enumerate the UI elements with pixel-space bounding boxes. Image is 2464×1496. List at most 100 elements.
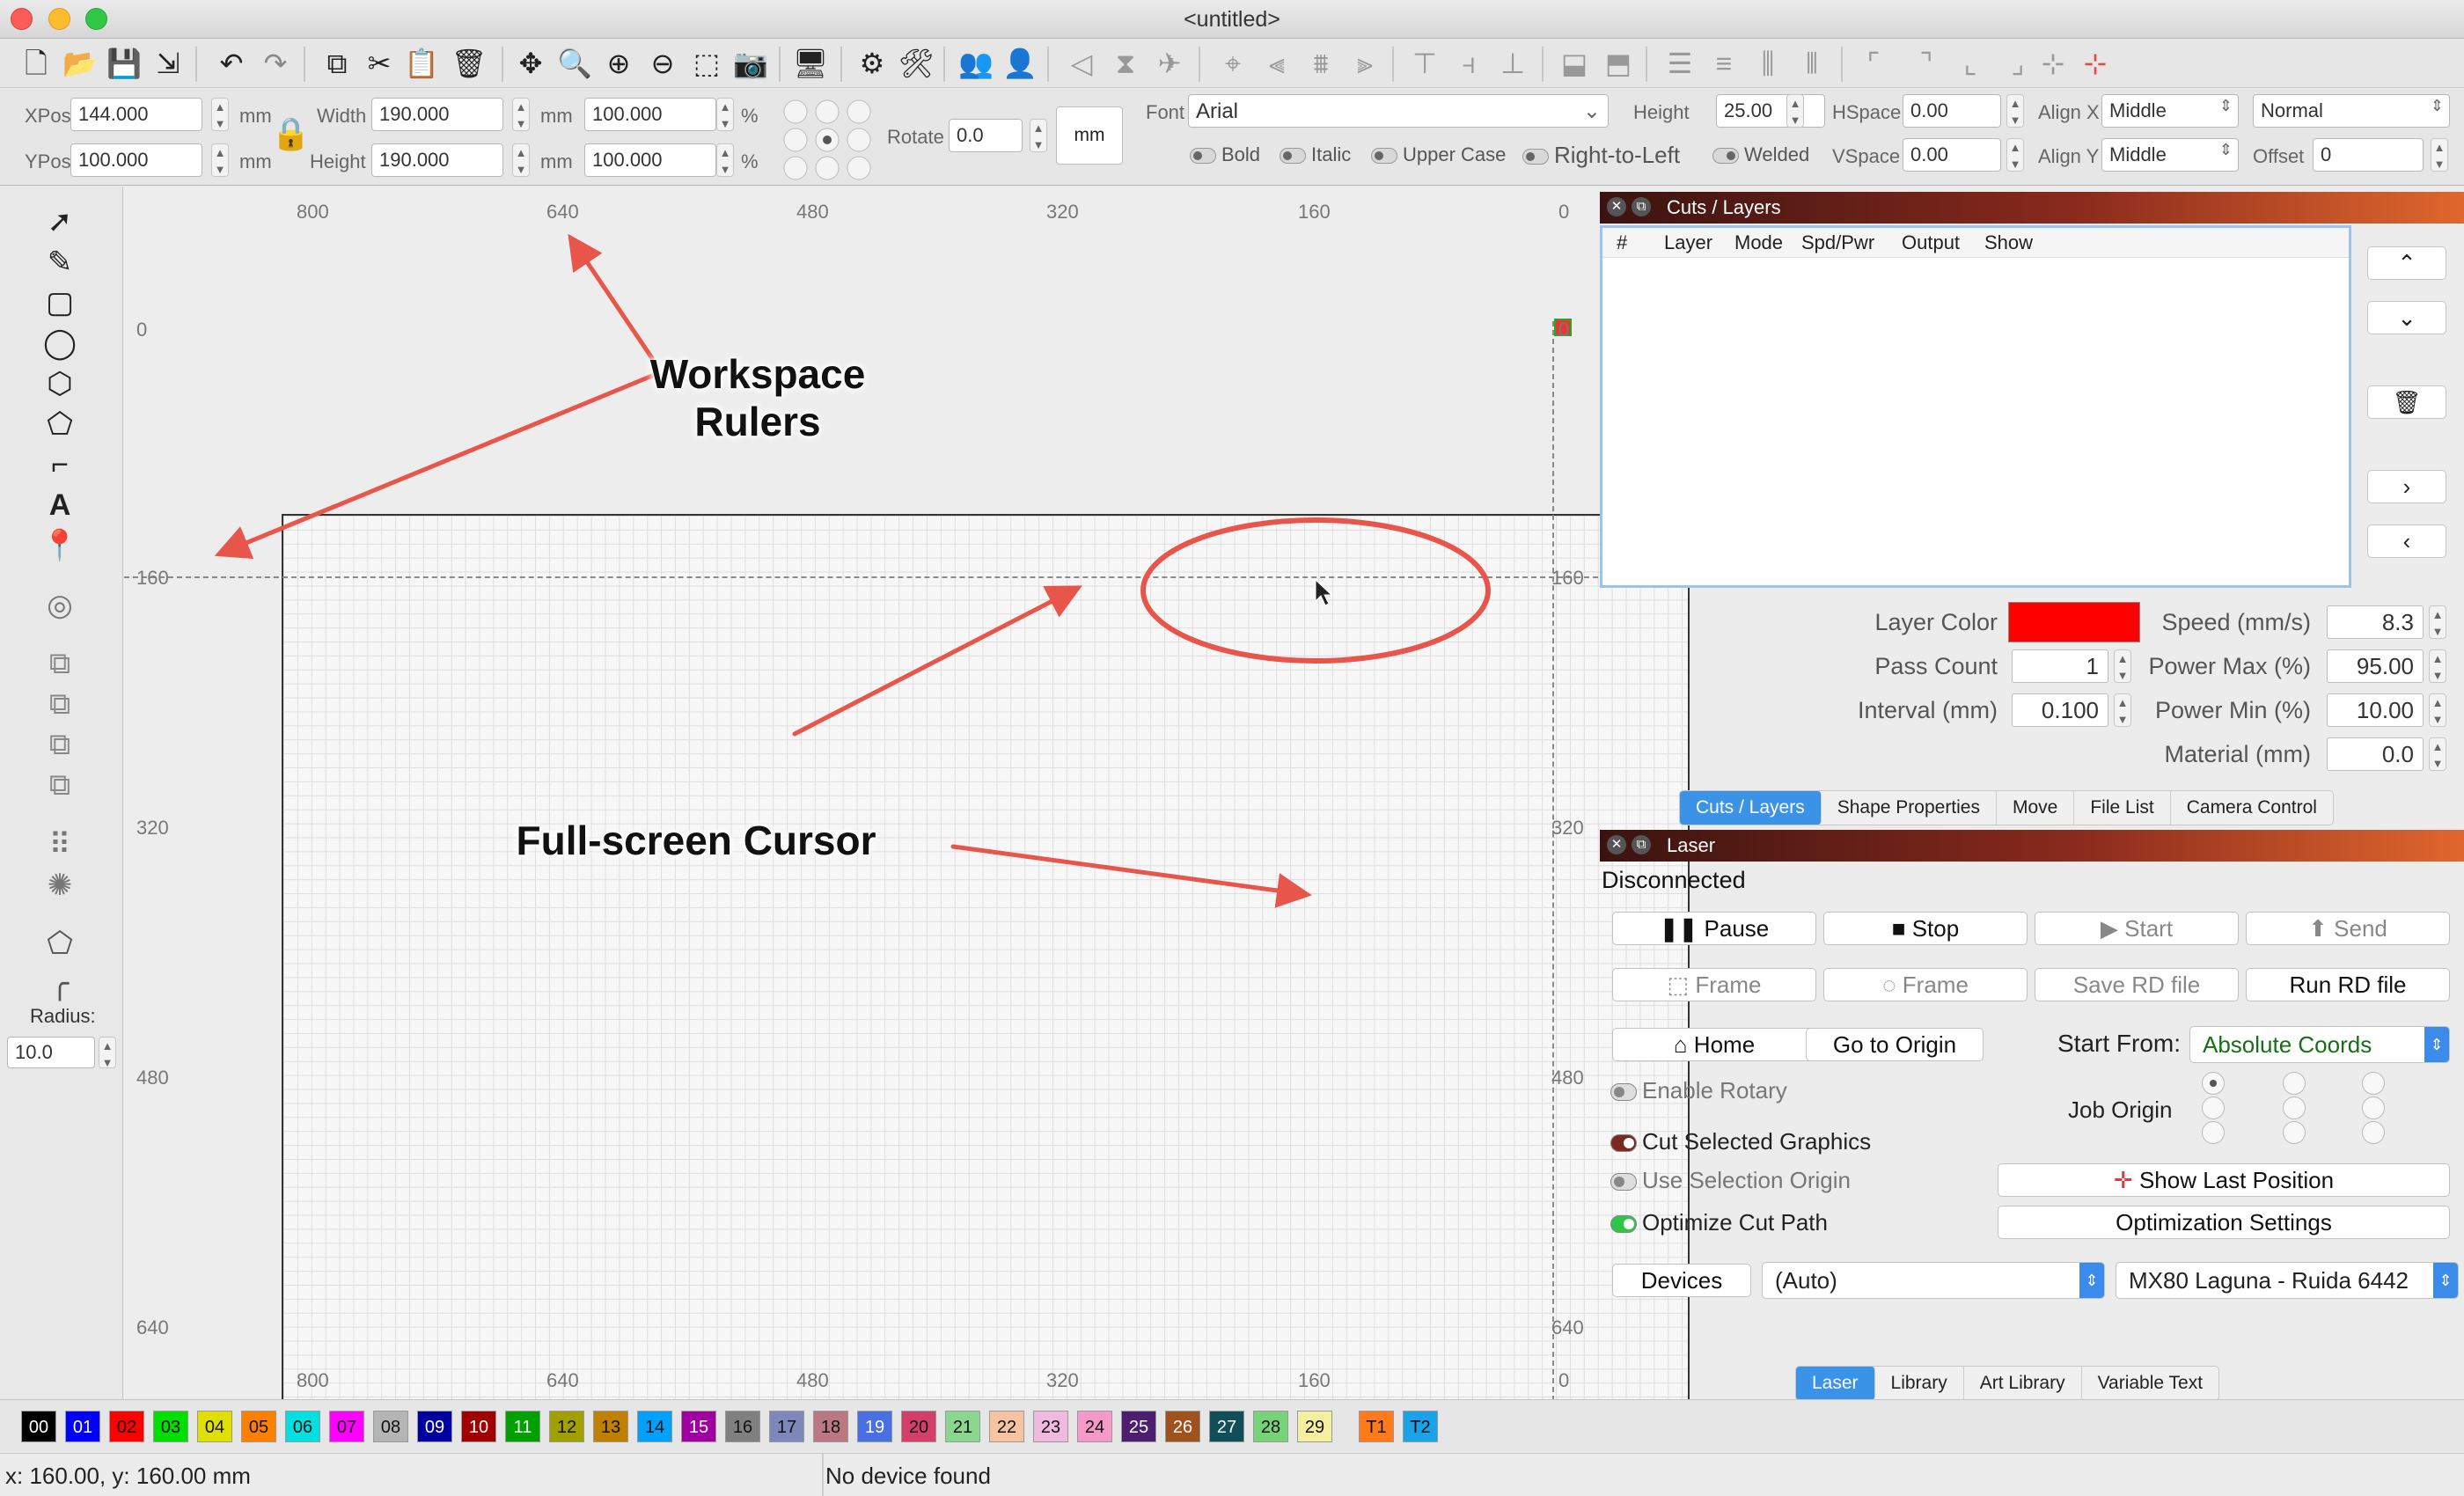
edit-nodes-icon[interactable]: ⬠ [40, 407, 80, 442]
palette-swatch-19[interactable]: 19 [857, 1411, 892, 1442]
tab-laser[interactable]: Laser [1796, 1367, 1875, 1400]
scale-width-field[interactable] [584, 98, 716, 131]
mirror-horizontal-icon[interactable]: ◁ [1061, 43, 1102, 84]
material-stepper[interactable]: ▲ ▼ [2429, 737, 2446, 771]
show-last-position-button[interactable]: ✛ Show Last Position [1998, 1163, 2450, 1197]
palette-swatch-09[interactable]: 09 [417, 1411, 452, 1442]
pass-count-field[interactable]: 1 [2012, 649, 2108, 683]
paste-icon[interactable]: 📋 [401, 43, 442, 84]
offset-stepper[interactable]: ▲ ▼ [2431, 138, 2448, 172]
distribute-hspace-icon[interactable]: ☰ [1660, 43, 1700, 84]
palette-swatch-14[interactable]: 14 [637, 1411, 672, 1442]
move-bottom-left-icon[interactable]: ⌞ [1950, 43, 1991, 84]
ypos-stepper[interactable]: ▲ ▼ [211, 143, 229, 177]
palette-swatch-07[interactable]: 07 [329, 1411, 364, 1442]
palette-swatch-15[interactable]: 15 [681, 1411, 716, 1442]
select-tool-icon[interactable]: ➚ [40, 204, 80, 239]
start-button[interactable]: ▶ Start [2035, 912, 2239, 945]
dock-right-icon[interactable]: ⬒ [1598, 43, 1639, 84]
palette-swatch-23[interactable]: 23 [1033, 1411, 1068, 1442]
palette-swatch-29[interactable]: 29 [1297, 1411, 1332, 1442]
align-vcenter-icon[interactable]: ⫞ [1448, 43, 1489, 84]
device-port-select[interactable]: (Auto) ⇕ [1762, 1262, 2105, 1299]
palette-swatch-16[interactable]: 16 [725, 1411, 760, 1442]
camera-icon[interactable]: 📷 [730, 43, 771, 84]
col-show[interactable]: Show [1984, 228, 2033, 258]
rectangle-tool-icon[interactable]: ▢ [40, 285, 80, 320]
palette-swatch-12[interactable]: 12 [549, 1411, 584, 1442]
expand-right-button[interactable]: › [2367, 470, 2446, 503]
job-origin-middle-left-radio[interactable] [2202, 1096, 2225, 1119]
frame-circle-button[interactable]: ◌ Frame [1823, 968, 2028, 1001]
job-origin-center-radio[interactable] [2283, 1096, 2306, 1119]
grid-array-icon[interactable]: ⠿ [40, 827, 80, 862]
tools-icon[interactable]: 🛠 [896, 43, 936, 84]
move-top-right-icon[interactable]: ⌝ [1906, 43, 1947, 84]
tab-file-list[interactable]: File List [2074, 791, 2171, 825]
upper-case-checkbox[interactable]: Upper Case [1371, 143, 1506, 166]
font-select[interactable]: Arial ⌄ [1188, 94, 1609, 128]
zoom-in-icon[interactable]: ⊕ [598, 43, 639, 84]
start-from-select[interactable]: Absolute Coords ⇕ [2189, 1026, 2450, 1063]
dock-left-icon[interactable]: ⬓ [1554, 43, 1595, 84]
layers-table[interactable]: # Layer Mode Spd/Pwr Output Show [1600, 225, 2351, 588]
polygon-tool-icon[interactable]: ⬡ [40, 366, 80, 401]
palette-swatch-05[interactable]: 05 [241, 1411, 276, 1442]
text-tool-icon[interactable]: A [40, 488, 80, 523]
boolean-union-icon[interactable]: ⧉ [40, 686, 80, 722]
move-laser-icon[interactable]: ⊹ [2075, 43, 2116, 84]
align-right-icon[interactable]: ⫸ [1345, 43, 1385, 84]
ellipse-tool-icon[interactable]: ◯ [40, 326, 80, 361]
settings-icon[interactable]: ⚙ [852, 43, 892, 84]
hspace-field[interactable] [1903, 94, 2001, 128]
welded-checkbox[interactable]: Welded [1712, 143, 1809, 166]
scale-height-stepper[interactable]: ▲ ▼ [716, 143, 734, 177]
radius-field[interactable] [7, 1037, 95, 1068]
width-stepper[interactable]: ▲ ▼ [512, 98, 530, 131]
redo-icon[interactable]: ↷ [255, 43, 296, 84]
power-max-stepper[interactable]: ▲ ▼ [2429, 649, 2446, 683]
hspace-stepper[interactable]: ▲ ▼ [2006, 94, 2024, 128]
home-button[interactable]: ⌂ Home [1612, 1028, 1816, 1061]
rotate-field[interactable] [949, 119, 1023, 152]
enable-rotary-checkbox[interactable]: Enable Rotary [1610, 1077, 1787, 1104]
tab-cuts-layers[interactable]: Cuts / Layers [1680, 791, 1822, 825]
move-layer-down-button[interactable]: ⌄ [2367, 301, 2446, 334]
optimize-cut-path-checkbox[interactable]: Optimize Cut Path [1610, 1209, 1828, 1236]
copy-icon[interactable]: ⧉ [317, 43, 357, 84]
job-origin-top-center-radio[interactable] [2283, 1072, 2306, 1095]
tab-shape-properties[interactable]: Shape Properties [1822, 791, 1997, 825]
radius-stepper[interactable]: ▲ ▼ [99, 1037, 116, 1069]
palette-swatch-25[interactable]: 25 [1121, 1411, 1156, 1442]
palette-swatch-26[interactable]: 26 [1165, 1411, 1200, 1442]
send-icon[interactable]: ✈ [1149, 43, 1190, 84]
tab-library[interactable]: Library [1875, 1367, 1964, 1400]
ungroup-icon[interactable]: 👤 [1000, 43, 1040, 84]
lock-aspect-icon[interactable]: 🔒 [271, 115, 311, 161]
boolean-intersect-icon[interactable]: ⧉ [40, 767, 80, 803]
speed-field[interactable]: 8.3 [2327, 605, 2424, 639]
zoom-selection-icon[interactable]: 🔍 [554, 43, 595, 84]
height-field[interactable] [371, 143, 503, 177]
save-icon[interactable]: 💾 [104, 43, 144, 84]
col-number[interactable]: # [1617, 228, 1627, 258]
palette-swatch-27[interactable]: 27 [1209, 1411, 1244, 1442]
align-left-icon[interactable]: ⫷ [1257, 43, 1297, 84]
device-select[interactable]: MX80 Laguna - Ruida 6442 ⇕ [2116, 1262, 2459, 1299]
cut-icon[interactable]: ✂ [359, 43, 400, 84]
make-same-height-icon[interactable]: ⫴ [1792, 43, 1832, 84]
job-origin-top-right-radio[interactable] [2362, 1072, 2385, 1095]
palette-swatch-24[interactable]: 24 [1077, 1411, 1112, 1442]
move-layer-up-button[interactable]: ⌃ [2367, 246, 2446, 280]
draw-lines-icon[interactable]: ✎ [40, 245, 80, 280]
save-rd-file-button[interactable]: Save RD file [2035, 968, 2239, 1001]
job-origin-middle-right-radio[interactable] [2362, 1096, 2385, 1119]
send-button[interactable]: ⬆ Send [2246, 912, 2450, 945]
palette-swatch-22[interactable]: 22 [989, 1411, 1024, 1442]
vspace-field[interactable] [1903, 138, 2001, 172]
scale-height-field[interactable] [584, 143, 716, 177]
interval-field[interactable]: 0.100 [2012, 693, 2108, 727]
palette-swatch-13[interactable]: 13 [593, 1411, 628, 1442]
text-style-select[interactable]: Normal ⇕ [2253, 94, 2450, 128]
palette-swatch-01[interactable]: 01 [65, 1411, 100, 1442]
